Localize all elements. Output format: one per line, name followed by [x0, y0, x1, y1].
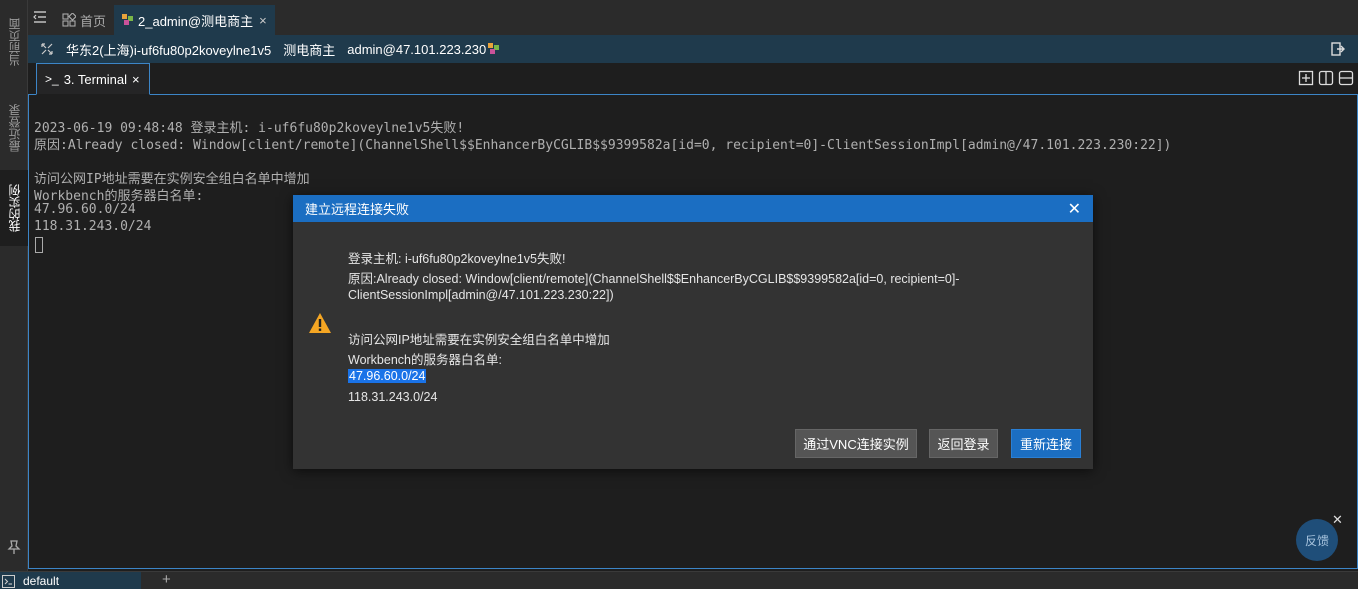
session-user-host: admin@47.101.223.230 [347, 41, 487, 57]
reconnect-button[interactable]: 重新连接 [1011, 429, 1081, 458]
logout-icon[interactable] [1330, 41, 1346, 57]
left-sidebar: 当前页面 最近登录 我的实例 [0, 0, 28, 571]
layout-controls [1298, 70, 1354, 86]
terminal-line: 原因:Already closed: Window[client/remote]… [34, 138, 1172, 153]
whitelist-ip[interactable]: 118.31.243.0/24 [348, 390, 437, 404]
terminal-prompt-icon: >_ [45, 72, 59, 86]
tab-label: 首页 [80, 13, 107, 29]
tab-terminal[interactable]: >_ 3. Terminal × [36, 63, 150, 95]
tab-session[interactable]: 2_admin@测电商主 × [114, 5, 275, 35]
back-to-login-button[interactable]: 返回登录 [929, 429, 998, 458]
dialog-message-line: Workbench的服务器白名单: [348, 353, 502, 367]
expand-icon[interactable] [40, 42, 54, 56]
terminal-tab-strip: >_ 3. Terminal × [28, 63, 1358, 95]
tab-close-icon[interactable]: × [132, 72, 140, 87]
terminal-icon [2, 574, 15, 588]
split-vertical-icon[interactable] [1318, 70, 1334, 86]
vnc-connect-button[interactable]: 通过VNC连接实例 [795, 429, 917, 458]
tab-label: 3. Terminal [63, 71, 128, 87]
terminal-line: 47.96.60.0/24 [34, 202, 136, 217]
terminal-line: 118.31.243.0/24 [34, 219, 152, 234]
home-grid-icon [62, 13, 76, 27]
pin-icon[interactable] [5, 538, 23, 556]
session-info-bar: 华东2(上海)i-uf6fu80p2koveylne1v5 测电商主 admin… [28, 35, 1358, 63]
dialog-message-line: 访问公网IP地址需要在实例安全组白名单中增加 [348, 333, 610, 347]
session-host: 华东2(上海)i-uf6fu80p2koveylne1v5 [66, 42, 272, 58]
dialog-header: 建立远程连接失败 ✕ [293, 195, 1093, 222]
tab-home[interactable]: 首页 [54, 5, 114, 35]
close-icon[interactable]: ✕ [1068, 199, 1081, 219]
connection-error-dialog: 建立远程连接失败 ✕ 登录主机: i-uf6fu80p2koveylne1v5失… [293, 195, 1093, 469]
status-bar: default + [0, 571, 1358, 589]
tab-label: 2_admin@测电商主 [138, 13, 254, 29]
feedback-close-icon[interactable]: ✕ [1332, 512, 1343, 528]
sidebar-item-label: 当前页面 [7, 18, 22, 66]
tab-label: default [23, 574, 60, 588]
tab-default-session[interactable]: default [0, 572, 141, 589]
dialog-message-line: 登录主机: i-uf6fu80p2koveylne1v5失败! [348, 252, 566, 266]
instance-logo-icon [488, 43, 500, 54]
sidebar-item-current-page[interactable]: 当前页面 [0, 6, 28, 78]
feedback-label: 反馈 [1304, 533, 1329, 548]
terminal-cursor [35, 237, 43, 253]
sidebar-item-my-instances[interactable]: 我的实例 [0, 170, 28, 246]
warning-icon [309, 313, 331, 333]
tab-close-icon[interactable]: × [259, 13, 267, 28]
dialog-title: 建立远程连接失败 [305, 202, 410, 217]
top-tab-bar: 首页 2_admin@测电商主 × [28, 0, 1358, 35]
sidebar-item-label: 我的实例 [7, 184, 22, 232]
sidebar-item-label: 最近登录 [7, 104, 22, 152]
whitelist-ip-selected[interactable]: 47.96.60.0/24 [348, 369, 427, 383]
dialog-message-line: ClientSessionImpl[admin@/47.101.223.230:… [348, 288, 614, 302]
menu-toggle-icon[interactable] [32, 9, 48, 25]
session-instance-name: 测电商主 [283, 42, 336, 58]
dialog-message-line: 原因:Already closed: Window[client/remote]… [348, 272, 960, 286]
new-pane-icon[interactable] [1298, 70, 1314, 86]
instance-logo-icon [122, 14, 133, 25]
add-tab-icon[interactable]: + [162, 571, 171, 588]
split-horizontal-icon[interactable] [1338, 70, 1354, 86]
sidebar-item-recent-login[interactable]: 最近登录 [0, 92, 28, 164]
